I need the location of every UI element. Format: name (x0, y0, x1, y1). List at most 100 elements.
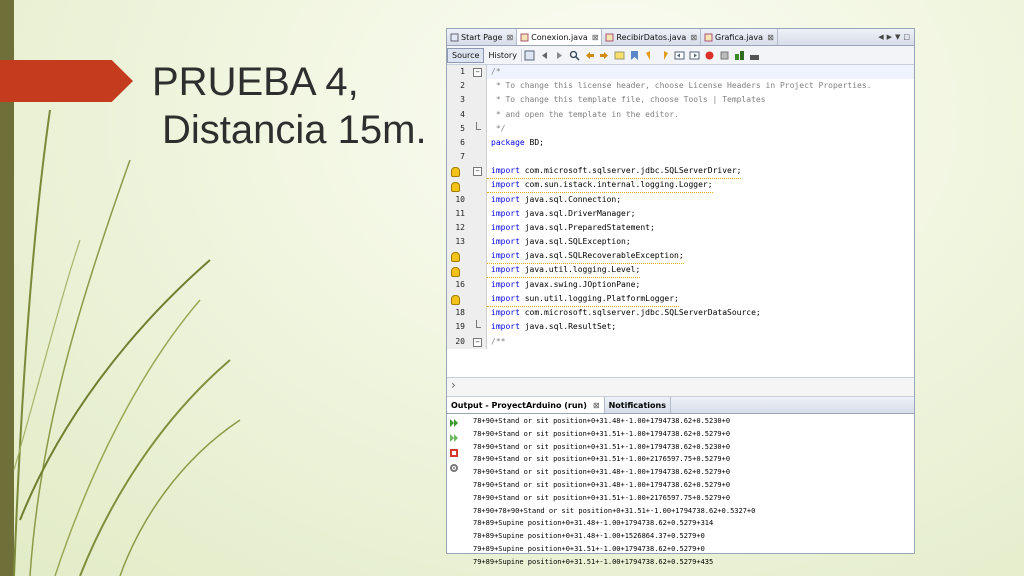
keyword-token: import (491, 237, 520, 247)
back-icon[interactable] (539, 50, 550, 61)
code-line[interactable]: 13 import java.sql.SQLException; (447, 235, 914, 250)
close-icon[interactable]: ⊠ (690, 33, 697, 42)
stop-icon[interactable] (449, 448, 459, 458)
editor-gutter (467, 306, 487, 321)
maximize-icon[interactable]: □ (903, 33, 910, 41)
line-number: 7 (447, 150, 467, 165)
code-line[interactable]: 3 * To change this template file, choose… (447, 93, 914, 108)
editor-gutter (467, 192, 487, 207)
editor-gutter (467, 277, 487, 292)
code-text: import com.sun.istack.internal.logging.L… (487, 178, 713, 194)
code-line[interactable]: 1−/* (447, 65, 914, 80)
hint-lightbulb-icon[interactable] (451, 252, 460, 263)
scroll-right-icon[interactable]: ▶ (887, 33, 892, 41)
code-text: /** (491, 336, 506, 346)
line-number: 18 (447, 306, 467, 321)
code-line[interactable]: 12 import java.sql.PreparedStatement; (447, 221, 914, 236)
rerun-with-params-icon[interactable] (449, 433, 459, 443)
code-line[interactable]: − import com.microsoft.sqlserver.jdbc.SQL… (447, 164, 914, 180)
find-next-icon[interactable] (599, 50, 610, 61)
code-line[interactable]: 7 (447, 150, 914, 165)
code-line[interactable]: import java.sql.SQLRecoverableException; (447, 249, 914, 265)
fold-collapse-icon[interactable]: − (473, 167, 482, 177)
code-line[interactable]: 4 * and open the template in the editor. (447, 107, 914, 122)
code-editor[interactable]: 1−/* 2 * To change this license header, c… (447, 65, 914, 377)
code-text: import javax.swing.JOptionPane; (491, 279, 641, 289)
diff-icon[interactable] (749, 50, 760, 61)
output-line: 78+89+Supine position+0+31.48+-1.00+1794… (473, 519, 714, 528)
previous-bookmark-icon[interactable] (644, 50, 655, 61)
line-number: 2 (447, 79, 467, 94)
tab-notifications[interactable]: Notifications (605, 397, 671, 413)
fold-collapse-icon[interactable]: − (473, 68, 482, 77)
fold-collapse-icon[interactable]: − (473, 337, 482, 347)
code-line[interactable]: import sun.util.logging.PlatformLogger; (447, 292, 914, 307)
code-line[interactable]: 20−/** (447, 334, 914, 349)
code-line[interactable]: 16 import javax.swing.JOptionPane; (447, 277, 914, 292)
hint-lightbulb-icon[interactable] (451, 181, 460, 192)
settings-icon[interactable] (449, 463, 459, 473)
run-tests-icon[interactable] (734, 50, 745, 61)
shift-right-icon[interactable] (689, 50, 700, 61)
code-line[interactable]: 10 import java.sql.Connection; (447, 192, 914, 207)
hint-lightbulb-icon[interactable] (451, 295, 460, 305)
line-number: 10 (447, 192, 467, 207)
editor-gutter (451, 249, 487, 264)
shift-left-icon[interactable] (674, 50, 685, 61)
code-text: /* (491, 67, 501, 76)
close-icon[interactable]: ⊠ (506, 33, 513, 42)
last-edit-icon[interactable] (524, 50, 535, 61)
keyword-token: import (491, 279, 520, 289)
tab-grafica-java[interactable]: Grafica.java ⊠ (701, 29, 778, 45)
toggle-highlight-icon[interactable] (614, 50, 625, 61)
code-line[interactable]: 6 package BD; (447, 135, 914, 151)
close-icon[interactable]: ⊠ (593, 401, 600, 410)
source-view-button[interactable]: Source (447, 47, 485, 63)
code-line[interactable]: 5 */ (447, 121, 914, 136)
code-line[interactable]: 19 import java.sql.ResultSet; (447, 320, 914, 335)
tab-list-icon[interactable]: ▼ (895, 33, 900, 41)
start-macro-recording-icon[interactable] (704, 50, 715, 61)
keyword-token: package (491, 137, 525, 147)
tab-conexion-java[interactable]: Conexion.java ⊠ (517, 29, 603, 45)
java-file-icon (704, 33, 713, 41)
code-line[interactable]: 11 import java.sql.DriverManager; (447, 206, 914, 222)
find-icon[interactable] (569, 50, 580, 61)
stop-macro-recording-icon[interactable] (719, 50, 730, 61)
forward-icon[interactable] (554, 50, 565, 61)
code-line[interactable]: import java.util.logging.Level; (447, 263, 914, 279)
keyword-token: import (491, 223, 520, 233)
next-bookmark-icon[interactable] (659, 50, 670, 61)
code-text: import sun.util.logging.PlatformLogger; (487, 292, 679, 307)
output-line: 78+90+78+90+Stand or sit position+0+31.5… (473, 506, 756, 515)
code-text: import java.sql.ResultSet; (491, 322, 617, 332)
hint-lightbulb-icon[interactable] (451, 167, 460, 178)
find-previous-icon[interactable] (584, 50, 595, 61)
close-icon[interactable]: ⊠ (592, 33, 599, 42)
hint-lightbulb-icon[interactable] (451, 266, 460, 277)
tab-label: Conexion.java (531, 32, 588, 42)
tab-start-page[interactable]: Start Page ⊠ (447, 29, 518, 45)
tab-recibirdatos-java[interactable]: RecibirDatos.java ⊠ (602, 29, 702, 45)
code-line[interactable]: import com.sun.istack.internal.logging.L… (447, 178, 914, 194)
line-number: 3 (447, 93, 467, 108)
editor-gutter (467, 235, 487, 250)
rerun-icon[interactable] (449, 418, 459, 428)
tab-label: Grafica.java (715, 32, 764, 42)
code-line[interactable]: 2 * To change this license header, choos… (447, 79, 914, 94)
code-line[interactable]: 18 import com.microsoft.sqlserver.jdbc.SQ… (447, 306, 914, 321)
editor-gutter (467, 135, 487, 151)
code-text: import java.sql.SQLException; (491, 237, 631, 247)
history-view-button[interactable]: History (484, 48, 522, 62)
scroll-left-icon[interactable]: ◀ (878, 33, 883, 41)
output-sidebar (447, 415, 461, 554)
output-line: 78+90+Stand or sit position+0+31.51+-1.0… (473, 455, 731, 464)
output-line: 78+90+Stand or sit position+0+31.51+-1.0… (473, 429, 731, 438)
tab-output-run[interactable]: Output - ProyectArduino (run) ⊠ (447, 397, 605, 413)
editor-gutter (467, 93, 487, 108)
close-icon[interactable]: ⊠ (767, 33, 774, 42)
output-console[interactable]: 78+90+Stand or sit position+0+31.48+-1.0… (473, 415, 914, 569)
toggle-bookmark-icon[interactable] (629, 50, 640, 61)
code-text: import java.util.logging.Level; (487, 263, 641, 279)
chevron-right-icon[interactable]: › (451, 378, 456, 392)
